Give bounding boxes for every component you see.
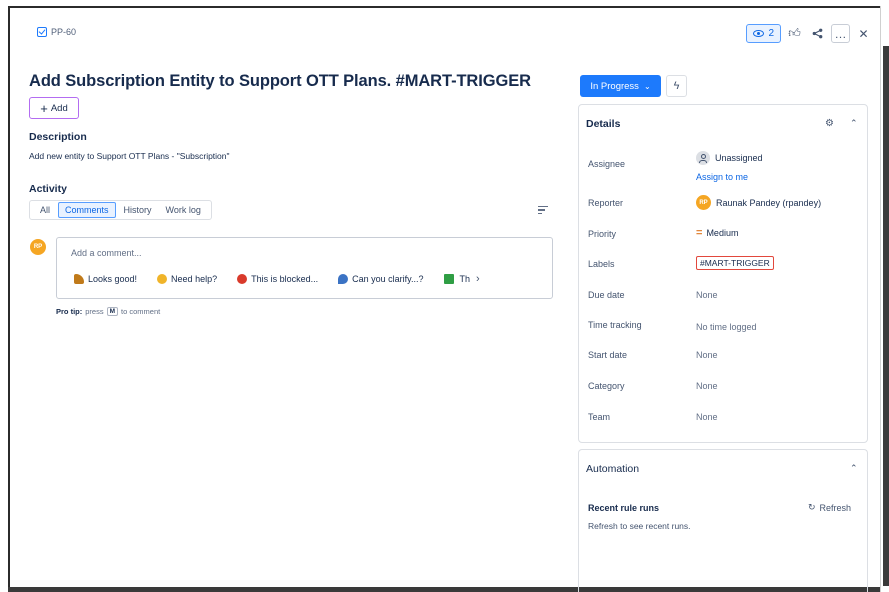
- description-heading: Description: [29, 131, 87, 143]
- tab-comments[interactable]: Comments: [58, 202, 116, 218]
- gear-icon[interactable]: ⚙: [825, 118, 834, 129]
- reporter-value[interactable]: RP Raunak Pandey (rpandey): [696, 195, 821, 210]
- details-heading[interactable]: Details: [586, 118, 620, 130]
- reporter-label: Reporter: [588, 198, 624, 208]
- more-actions-button[interactable]: …: [831, 24, 850, 43]
- quick-reply-label: Looks good!: [88, 274, 138, 284]
- lightning-icon: ϟ: [673, 80, 680, 92]
- time-tracking-label: Time tracking: [588, 320, 642, 330]
- quick-reply-clarify[interactable]: Can you clarify...?: [338, 274, 424, 284]
- category-label: Category: [588, 381, 625, 391]
- quick-reply-need-help[interactable]: Need help?: [157, 274, 217, 284]
- priority-name: Medium: [706, 228, 739, 238]
- assignee-value[interactable]: Unassigned: [696, 151, 763, 165]
- add-button[interactable]: + Add: [29, 97, 79, 119]
- quick-reply-looks-good[interactable]: Looks good!: [74, 274, 137, 284]
- comment-box[interactable]: Add a comment... Looks good! Need help? …: [56, 237, 553, 299]
- chevron-right-icon[interactable]: ›: [476, 273, 480, 285]
- thumbs-up-icon: 👍︎: [788, 26, 801, 40]
- close-button[interactable]: ✕: [854, 24, 873, 43]
- recent-runs-hint: Refresh to see recent runs.: [588, 521, 691, 531]
- eye-icon: [753, 30, 765, 37]
- close-icon: ✕: [858, 26, 869, 41]
- more-icon: …: [834, 26, 847, 41]
- start-date-label: Start date: [588, 350, 628, 360]
- details-panel: Details ⚙ ⌃ Assignee Unassigned Assign t…: [578, 104, 868, 443]
- quick-reply-label: Th: [459, 274, 471, 284]
- task-type-icon: [37, 27, 47, 37]
- plus-icon: +: [40, 100, 48, 116]
- no-entry-icon: [237, 274, 248, 284]
- tab-history[interactable]: History: [118, 203, 158, 217]
- sort-icon[interactable]: [538, 206, 548, 215]
- share-icon: [812, 28, 823, 39]
- chevron-up-icon[interactable]: ⌃: [850, 463, 858, 474]
- assign-to-me-link[interactable]: Assign to me: [696, 172, 748, 182]
- magnifier-icon: [338, 274, 349, 284]
- priority-value[interactable]: = Medium: [696, 227, 738, 239]
- quick-reply-label: Can you clarify...?: [352, 274, 424, 284]
- team-value[interactable]: None: [696, 412, 718, 422]
- activity-heading: Activity: [29, 183, 67, 195]
- issue-key[interactable]: PP-60: [51, 27, 76, 37]
- automation-panel: Automation ⌃ Recent rule runs ↻ Refresh …: [578, 449, 868, 592]
- refresh-icon: ↻: [807, 502, 816, 512]
- priority-label: Priority: [588, 229, 617, 239]
- activity-tabs: All Comments History Work log: [29, 200, 212, 220]
- category-value[interactable]: None: [696, 381, 718, 391]
- labels-value[interactable]: #MART-TRIGGER: [696, 256, 774, 270]
- quick-reply-blocked[interactable]: This is blocked...: [237, 274, 318, 284]
- wave-icon: [157, 274, 168, 284]
- watch-button[interactable]: 2: [746, 24, 781, 43]
- thumbs-up-icon: [74, 274, 84, 284]
- share-button[interactable]: [808, 24, 827, 43]
- quick-reply-truncated[interactable]: Th ›: [443, 273, 480, 285]
- due-date-label: Due date: [588, 290, 625, 300]
- avatar: RP: [30, 239, 46, 255]
- labels-label: Labels: [588, 259, 615, 269]
- avatar: RP: [696, 195, 711, 210]
- status-dropdown[interactable]: In Progress ⌄: [580, 75, 661, 97]
- add-button-label: Add: [50, 102, 68, 114]
- issue-title[interactable]: Add Subscription Entity to Support OTT P…: [29, 72, 531, 91]
- reporter-name: Raunak Pandey (rpandey): [716, 197, 822, 208]
- chevron-down-icon: ⌄: [643, 81, 651, 91]
- pro-tip-label: Pro tip:: [56, 307, 83, 316]
- automation-heading[interactable]: Automation: [586, 463, 639, 475]
- tab-work-log[interactable]: Work log: [160, 203, 207, 217]
- start-date-value[interactable]: None: [696, 350, 718, 360]
- refresh-button[interactable]: ↻ Refresh: [808, 502, 851, 513]
- quick-reply-label: This is blocked...: [251, 274, 319, 284]
- assignee-label: Assignee: [588, 159, 626, 169]
- refresh-label: Refresh: [819, 502, 851, 513]
- pro-tip: Pro tip: press M to comment: [56, 307, 160, 316]
- label-tag[interactable]: #MART-TRIGGER: [696, 256, 774, 270]
- due-date-value[interactable]: None: [696, 290, 718, 300]
- pro-tip-text: press: [85, 307, 104, 316]
- watch-count: 2: [768, 28, 774, 39]
- quick-reply-label: Need help?: [171, 274, 218, 284]
- description-text[interactable]: Add new entity to Support OTT Plans - "S…: [29, 151, 230, 161]
- keyboard-key: M: [106, 307, 119, 316]
- like-button[interactable]: 👍︎: [785, 24, 804, 43]
- quick-replies: Looks good! Need help? This is blocked..…: [74, 273, 480, 285]
- time-tracking-value[interactable]: No time logged: [696, 322, 757, 332]
- window-edge: [880, 6, 889, 592]
- comment-placeholder[interactable]: Add a comment...: [71, 248, 142, 258]
- team-label: Team: [588, 412, 611, 422]
- issue-toolbar: 2 👍︎ … ✕: [746, 24, 873, 43]
- status-label: In Progress: [590, 80, 639, 92]
- priority-medium-icon: =: [696, 227, 703, 239]
- pro-tip-text: to comment: [121, 307, 161, 316]
- assignee-name: Unassigned: [715, 153, 763, 163]
- recent-rule-runs-heading: Recent rule runs: [588, 503, 660, 513]
- automation-actions-button[interactable]: ϟ: [666, 75, 687, 97]
- issue-key-breadcrumb[interactable]: PP-60: [37, 27, 76, 37]
- chevron-up-icon[interactable]: ⌃: [850, 118, 858, 129]
- unassigned-user-icon: [696, 151, 710, 165]
- checkmark-icon: [443, 274, 454, 284]
- tab-all[interactable]: All: [34, 203, 56, 217]
